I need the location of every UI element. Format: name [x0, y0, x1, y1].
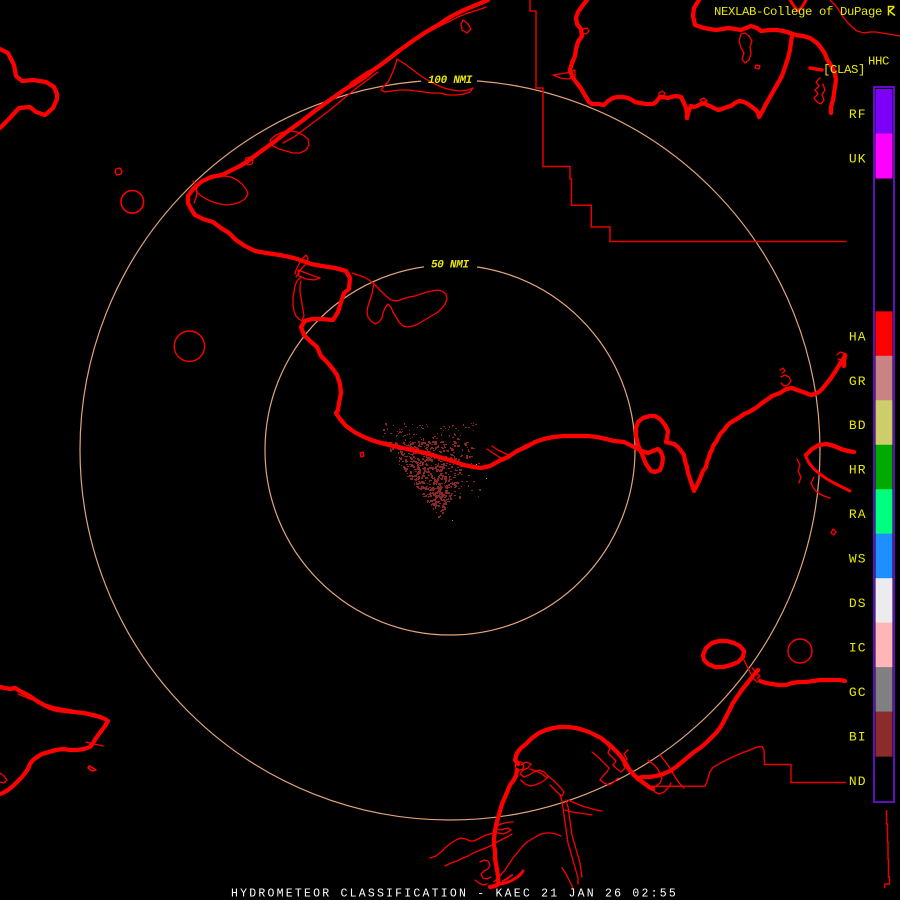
svg-text:[CLAS]: [CLAS] — [823, 63, 865, 77]
svg-text:HA: HA — [849, 329, 867, 344]
svg-text:HHC: HHC — [868, 55, 889, 69]
svg-text:WS: WS — [849, 552, 867, 567]
svg-text:GR: GR — [849, 374, 867, 389]
svg-text:RA: RA — [849, 507, 867, 522]
svg-text:ND: ND — [849, 774, 867, 789]
svg-text:HYDROMETEOR CLASSIFICATION - K: HYDROMETEOR CLASSIFICATION - KAEC 21 JAN… — [231, 888, 678, 900]
svg-text:DS: DS — [849, 596, 867, 611]
svg-text:BI: BI — [849, 730, 867, 745]
svg-text:100 NMI: 100 NMI — [428, 75, 473, 87]
svg-text:BD: BD — [849, 418, 867, 433]
svg-text:GC: GC — [849, 685, 867, 700]
svg-text:HR: HR — [849, 463, 867, 478]
svg-text:UK: UK — [849, 151, 867, 166]
svg-text:NEXLAB-College of DuPage: NEXLAB-College of DuPage — [714, 5, 882, 19]
svg-text:RF: RF — [849, 107, 867, 122]
svg-text:50 NMI: 50 NMI — [431, 260, 470, 272]
svg-text:IC: IC — [849, 641, 867, 656]
